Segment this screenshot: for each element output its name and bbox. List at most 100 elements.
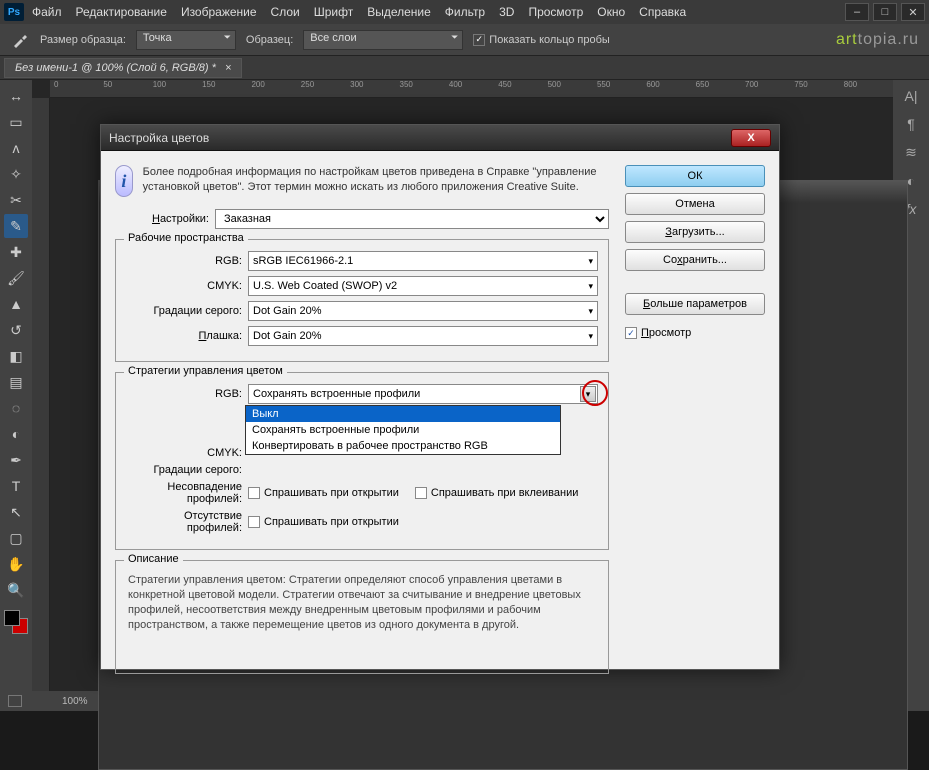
watermark: arttopia.ru [836, 31, 919, 49]
mismatch-label: Несовпадение профилей: [126, 481, 242, 505]
preview-checkbox[interactable]: ✓ Просмотр [625, 327, 765, 339]
paragraph-panel-icon[interactable]: ¶ [907, 116, 915, 132]
minimize-button[interactable]: – [845, 3, 869, 21]
show-ring-label: Показать кольцо пробы [489, 34, 610, 46]
type-tool-icon[interactable]: T [4, 474, 28, 498]
menu-3d[interactable]: 3D [499, 5, 514, 19]
dropdown-arrow-icon[interactable]: ▾ [580, 386, 596, 402]
move-tool-icon[interactable]: ↔ [4, 84, 28, 108]
cancel-button[interactable]: Отмена [625, 193, 765, 215]
pol-rgb-select[interactable]: Сохранять встроенные профили ▾ [248, 384, 598, 404]
hand-tool-icon[interactable]: ✋ [4, 552, 28, 576]
main-menu: Файл Редактирование Изображение Слои Шри… [32, 5, 686, 19]
ws-spot-label: Плашка: [126, 330, 242, 342]
close-tab-icon[interactable]: × [225, 62, 231, 74]
history-brush-tool-icon[interactable]: ↺ [4, 318, 28, 342]
sample-size-combo[interactable]: Точка [136, 30, 236, 50]
preset-select[interactable]: Заказная [215, 209, 609, 229]
info-text: Более подробная информация по настройкам… [143, 165, 609, 195]
lasso-tool-icon[interactable]: ʌ [4, 136, 28, 160]
menu-filter[interactable]: Фильтр [445, 5, 485, 19]
color-policies-group: Стратегии управления цветом RGB: Сохраня… [115, 372, 609, 550]
adjustments-panel-icon[interactable]: ◐ [907, 173, 915, 189]
ruler-horizontal: 0501001502002503003504004505005506006507… [50, 80, 893, 98]
options-bar: Размер образца: Точка Образец: Все слои … [0, 24, 929, 56]
wand-tool-icon[interactable]: ✧ [4, 162, 28, 186]
working-spaces-group: Рабочие пространства RGB:sRGB IEC61966-2… [115, 239, 609, 362]
missing-label: Отсутствие профилей: [126, 510, 242, 534]
menu-view[interactable]: Просмотр [528, 5, 583, 19]
sample-size-label: Размер образца: [40, 34, 126, 46]
crop-tool-icon[interactable]: ✂ [4, 188, 28, 212]
pol-cmyk-label-vis: CMYK: [126, 447, 242, 459]
document-tab[interactable]: Без имени-1 @ 100% (Слой 6, RGB/8) * × [4, 58, 242, 78]
working-spaces-legend: Рабочие пространства [124, 232, 248, 244]
ws-cmyk-select[interactable]: U.S. Web Coated (SWOP) v2 [248, 276, 598, 296]
show-ring-checkbox[interactable]: ✓ Показать кольцо пробы [473, 34, 610, 46]
eyedropper-tool-icon[interactable]: ✎ [4, 214, 28, 238]
app-titlebar: Ps Файл Редактирование Изображение Слои … [0, 0, 929, 24]
ws-rgb-select[interactable]: sRGB IEC61966-2.1 [248, 251, 598, 271]
color-policies-legend: Стратегии управления цветом [124, 365, 287, 377]
fg-color-swatch[interactable] [4, 610, 20, 626]
pol-rgb-label: RGB: [126, 388, 242, 400]
sample-combo[interactable]: Все слои [303, 30, 463, 50]
dodge-tool-icon[interactable]: ◐ [4, 422, 28, 446]
document-tab-bar: Без имени-1 @ 100% (Слой 6, RGB/8) * × [0, 56, 929, 80]
dropdown-option-off[interactable]: Выкл [246, 406, 560, 422]
ok-button[interactable]: ОК [625, 165, 765, 187]
dialog-titlebar[interactable]: Настройка цветов X [101, 125, 779, 151]
swatches-panel-icon[interactable]: ≋ [905, 144, 917, 161]
load-button[interactable]: Загрузить... [625, 221, 765, 243]
zoom-level[interactable]: 100% [62, 696, 88, 707]
ws-spot-select[interactable]: Dot Gain 20% [248, 326, 598, 346]
ws-gray-select[interactable]: Dot Gain 20% [248, 301, 598, 321]
preset-label: Настройки: [145, 213, 209, 225]
dialog-title: Настройка цветов [109, 131, 209, 145]
menu-edit[interactable]: Редактирование [76, 5, 167, 19]
dialog-close-button[interactable]: X [731, 129, 771, 147]
menu-image[interactable]: Изображение [181, 5, 257, 19]
maximize-button[interactable]: □ [873, 3, 897, 21]
pen-tool-icon[interactable]: ✒ [4, 448, 28, 472]
pol-gray-label: Градации серого: [126, 464, 242, 476]
menu-file[interactable]: Файл [32, 5, 62, 19]
checkmark-icon: ✓ [473, 34, 485, 46]
checkmark-icon: ✓ [625, 327, 637, 339]
eyedropper-icon [10, 30, 30, 50]
marquee-tool-icon[interactable]: ▭ [4, 110, 28, 134]
status-icon [8, 695, 22, 707]
character-panel-icon[interactable]: A| [905, 88, 918, 104]
shape-tool-icon[interactable]: ▢ [4, 526, 28, 550]
pol-rgb-dropdown: Выкл Сохранять встроенные профили Конвер… [245, 405, 561, 455]
zoom-tool-icon[interactable]: 🔍 [4, 578, 28, 602]
path-tool-icon[interactable]: ↖ [4, 500, 28, 524]
mismatch-open-checkbox[interactable]: Спрашивать при открытии [248, 487, 399, 499]
description-text: Стратегии управления цветом: Стратегии о… [120, 565, 604, 669]
gradient-tool-icon[interactable]: ▤ [4, 370, 28, 394]
description-legend: Описание [124, 553, 183, 565]
dropdown-option-convert[interactable]: Конвертировать в рабочее пространство RG… [246, 438, 560, 454]
close-button[interactable]: ✕ [901, 3, 925, 21]
ruler-vertical [32, 98, 50, 691]
heal-tool-icon[interactable]: ✚ [4, 240, 28, 264]
dropdown-option-preserve[interactable]: Сохранять встроенные профили [246, 422, 560, 438]
eraser-tool-icon[interactable]: ◧ [4, 344, 28, 368]
save-button[interactable]: Сохранить... [625, 249, 765, 271]
ws-cmyk-label: CMYK: [126, 280, 242, 292]
menu-layers[interactable]: Слои [271, 5, 300, 19]
stamp-tool-icon[interactable]: ▲ [4, 292, 28, 316]
sample-label: Образец: [246, 34, 293, 46]
mismatch-paste-checkbox[interactable]: Спрашивать при вклеивании [415, 487, 578, 499]
menu-select[interactable]: Выделение [367, 5, 431, 19]
info-icon: i [115, 165, 133, 197]
menu-window[interactable]: Окно [597, 5, 625, 19]
blur-tool-icon[interactable]: ◌ [4, 396, 28, 420]
more-options-button[interactable]: Больше параметров [625, 293, 765, 315]
brush-tool-icon[interactable]: 🖌 [4, 266, 28, 290]
missing-open-checkbox[interactable]: Спрашивать при открытии [248, 516, 399, 528]
ws-gray-label: Градации серого: [126, 305, 242, 317]
menu-type[interactable]: Шрифт [314, 5, 353, 19]
menu-help[interactable]: Справка [639, 5, 686, 19]
color-swatch[interactable] [4, 610, 28, 634]
